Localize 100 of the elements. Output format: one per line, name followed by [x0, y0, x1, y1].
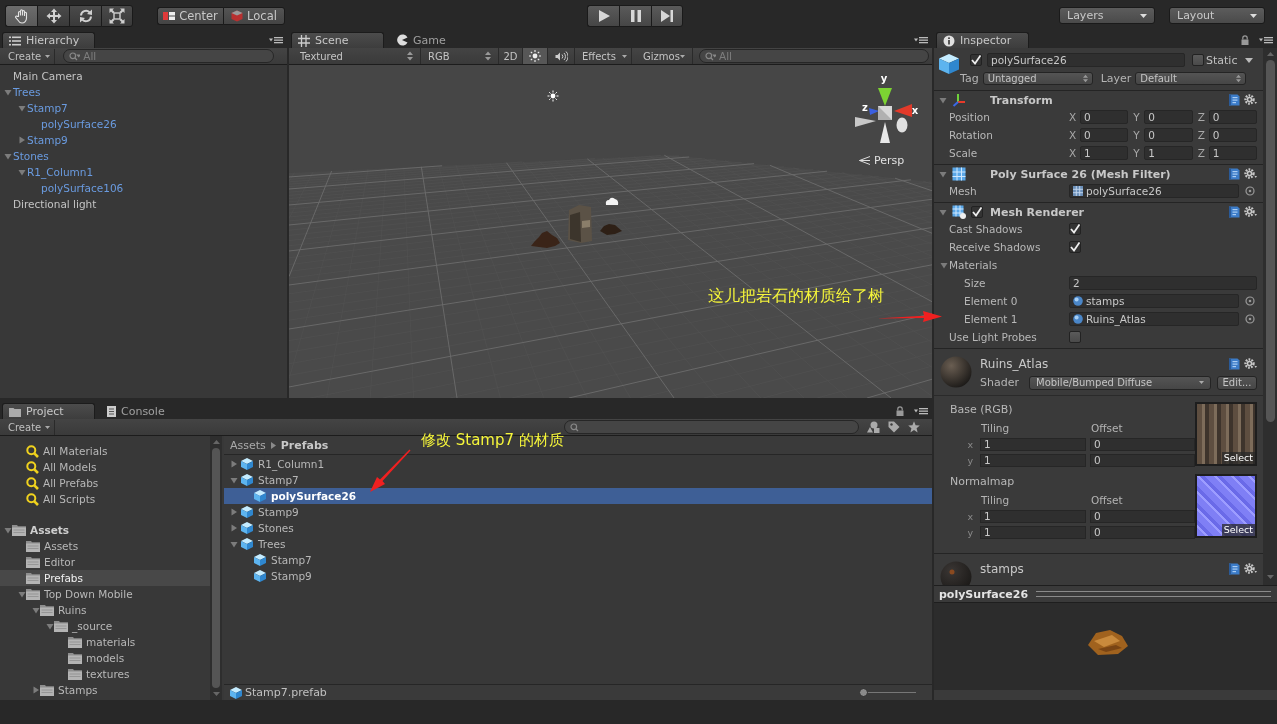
folder-item[interactable]: Editor — [18, 554, 76, 570]
fold-arrow-icon[interactable] — [230, 460, 238, 468]
inspector-tab[interactable]: Inspector — [936, 32, 1029, 48]
checkbox[interactable] — [1069, 223, 1081, 235]
material-field[interactable]: stamps — [1069, 294, 1239, 308]
hierarchy-item[interactable]: Stamp7 — [18, 100, 68, 116]
orientation-gizmo[interactable] — [855, 88, 912, 143]
number-field[interactable]: 0 — [1144, 110, 1193, 124]
number-field[interactable]: 0 — [1208, 110, 1257, 124]
gear-icon[interactable] — [1244, 563, 1257, 575]
asset-item[interactable]: Trees — [228, 536, 286, 552]
number-field[interactable]: 0 — [1144, 128, 1193, 142]
fold-arrow-icon[interactable] — [4, 88, 12, 96]
tag-icon[interactable] — [888, 421, 900, 433]
menu-icon[interactable] — [1259, 35, 1273, 44]
fold-arrow-icon[interactable] — [18, 168, 26, 176]
menu-icon[interactable] — [269, 35, 283, 44]
search-field[interactable]: All — [699, 49, 929, 63]
folder-item[interactable]: models — [60, 650, 125, 666]
tab[interactable]: Game — [388, 32, 454, 48]
play-button[interactable] — [587, 4, 619, 27]
lock-icon[interactable] — [896, 405, 904, 416]
fold-arrow-icon[interactable] — [18, 590, 26, 598]
folder-item[interactable]: Assets — [18, 538, 79, 554]
pillar-model[interactable] — [568, 205, 592, 243]
gear-icon[interactable] — [1244, 94, 1257, 106]
shapes-icon[interactable] — [867, 421, 880, 433]
asset-item[interactable]: Stamp9 — [228, 504, 299, 520]
target-icon[interactable] — [1245, 186, 1255, 196]
favorite-item[interactable]: All Prefabs — [26, 475, 99, 491]
projection-label[interactable]: Persp — [874, 154, 905, 167]
select-button[interactable]: Select — [1221, 452, 1255, 464]
gear-icon[interactable] — [1244, 168, 1257, 180]
number-field[interactable]: 1 — [980, 453, 1086, 467]
step-button[interactable] — [651, 4, 683, 27]
space-button[interactable]: Local — [223, 6, 285, 25]
static-checkbox[interactable] — [1192, 54, 1204, 66]
fold-arrow-icon[interactable] — [939, 96, 947, 104]
pivot-button[interactable]: Center — [157, 6, 223, 25]
fold-arrow-icon[interactable] — [32, 686, 40, 694]
fold-arrow-icon[interactable] — [939, 208, 947, 216]
menu-icon[interactable] — [914, 35, 928, 44]
fold-arrow-icon[interactable] — [230, 508, 238, 516]
fold-arrow-icon[interactable] — [4, 526, 12, 534]
number-field[interactable]: 0 — [1090, 509, 1195, 523]
asset-item[interactable]: Stamp9 — [241, 568, 312, 584]
preview-panel[interactable] — [934, 602, 1277, 690]
lock-icon[interactable] — [1241, 34, 1249, 45]
number-field[interactable]: 1 — [980, 525, 1086, 539]
number-field[interactable]: 0 — [1080, 128, 1129, 142]
asset-item[interactable]: Stones — [228, 520, 294, 536]
asset-item[interactable]: Stamp7 — [241, 552, 312, 568]
folder-item[interactable]: Ruins — [32, 602, 87, 618]
lighting-toggle[interactable] — [523, 48, 548, 64]
sun-icon[interactable] — [547, 90, 559, 102]
number-field[interactable]: 0 — [1080, 110, 1129, 124]
fold-arrow-icon[interactable] — [4, 152, 12, 160]
texture-thumbnail[interactable]: Select — [1195, 474, 1257, 538]
hierarchy-item[interactable]: Trees — [4, 84, 41, 100]
hierarchy-tab[interactable]: Hierarchy — [2, 32, 95, 48]
hand-tool-button[interactable] — [5, 4, 37, 27]
tab[interactable]: Console — [99, 403, 173, 419]
folder-item[interactable]: Prefabs — [0, 570, 210, 586]
material-field[interactable]: Ruins_Atlas — [1069, 312, 1239, 326]
scrollbar-thumb[interactable] — [212, 448, 220, 688]
book-icon[interactable] — [1228, 94, 1240, 106]
number-field[interactable]: 0 — [1090, 525, 1195, 539]
folder-item[interactable]: Assets — [4, 522, 70, 538]
tab[interactable]: Project — [2, 403, 95, 419]
fold-arrow-icon[interactable] — [46, 622, 54, 630]
folder-item[interactable]: Top Down Mobile — [18, 586, 133, 602]
scrollbar-thumb[interactable] — [1265, 60, 1275, 422]
active-checkbox[interactable] — [970, 54, 982, 66]
scale-tool-button[interactable] — [101, 4, 133, 27]
book-icon[interactable] — [1228, 358, 1240, 370]
number-field[interactable]: 0 — [1090, 437, 1195, 451]
asset-item[interactable]: polySurface26 — [224, 488, 932, 504]
layout-dropdown[interactable]: Layout — [1169, 7, 1265, 24]
scrollbar[interactable] — [1263, 48, 1277, 585]
caret-icon[interactable] — [1245, 57, 1254, 63]
number-field[interactable]: 1 — [1144, 146, 1193, 160]
folder-item[interactable]: _source — [46, 618, 113, 634]
hierarchy-item[interactable]: Stones — [4, 148, 49, 164]
fold-arrow-icon[interactable] — [18, 104, 26, 112]
size-slider-track[interactable] — [859, 688, 916, 697]
fold-arrow-icon[interactable] — [939, 170, 947, 178]
asset-item[interactable]: R1_Column1 — [228, 456, 325, 472]
create-dropdown[interactable]: Create — [4, 48, 56, 64]
rotate-tool-button[interactable] — [69, 4, 101, 27]
menu-icon[interactable] — [914, 406, 928, 415]
favorite-item[interactable]: All Materials — [26, 443, 108, 459]
search-field[interactable]: All — [63, 49, 274, 63]
tab[interactable]: Scene — [291, 32, 384, 48]
number-field[interactable]: 1 — [980, 437, 1086, 451]
select-button[interactable]: Select — [1221, 524, 1255, 536]
mesh-field[interactable]: polySurface26 — [1069, 184, 1239, 198]
gear-icon[interactable] — [1244, 358, 1257, 370]
folder-item[interactable]: textures — [60, 666, 130, 682]
search-field[interactable] — [564, 420, 859, 434]
book-icon[interactable] — [1228, 168, 1240, 180]
